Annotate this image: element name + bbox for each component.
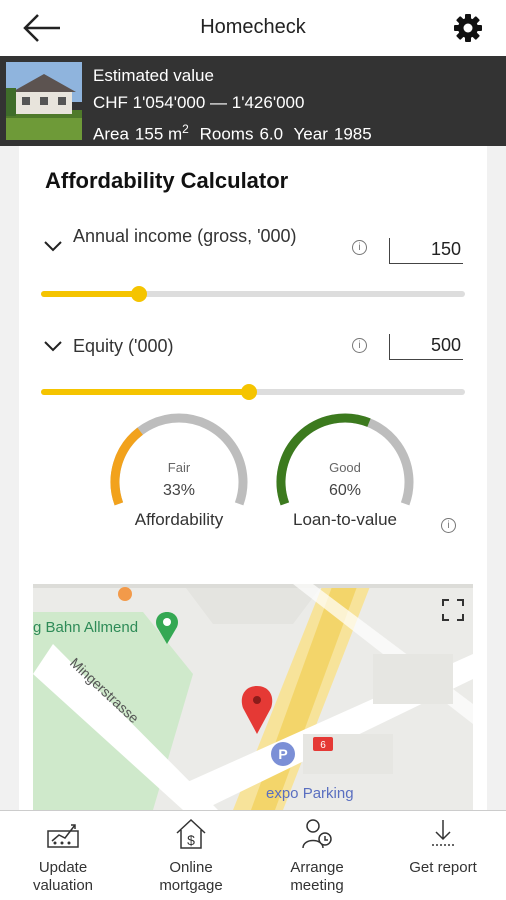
road-number-badge: 6 (313, 737, 333, 751)
info-icon[interactable]: i (352, 240, 367, 255)
property-banner: Estimated value CHF 1'054'000 — 1'426'00… (0, 56, 506, 146)
download-report-icon (432, 820, 454, 846)
affordability-label: Affordability (134, 510, 224, 529)
house-dollar-icon: $ (176, 818, 206, 849)
equity-slider[interactable] (41, 384, 465, 400)
info-icon[interactable]: i (352, 338, 367, 353)
map-view[interactable]: P 6 g Bahn Allmend Mingerstrasse expo Pa… (33, 584, 473, 810)
estimated-value-range: CHF 1'054'000 — 1'426'000 (93, 93, 305, 112)
equity-slider-thumb[interactable] (240, 384, 257, 400)
nav-label: Online mortgage (159, 859, 223, 894)
nav-label: Get report (409, 859, 477, 876)
year-label: Year (293, 124, 328, 144)
app-bar: Homecheck (0, 0, 506, 56)
area-value: 155 m (134, 124, 183, 144)
loan-to-value-status: Good (329, 460, 361, 475)
info-icon[interactable]: i (441, 518, 456, 533)
nav-label: Arrange meeting (290, 859, 344, 894)
loan-to-value-label: Loan-to-value (293, 510, 397, 529)
svg-text:$: $ (187, 832, 195, 848)
nav-online-mortgage[interactable]: $ Online mortgage (136, 811, 246, 900)
nav-label: Update valuation (32, 859, 94, 894)
equity-input[interactable]: 500 (389, 334, 463, 360)
loan-to-value-percent: 60% (328, 482, 362, 499)
income-slider-fill (41, 291, 139, 297)
income-slider-thumb[interactable] (130, 286, 147, 302)
affordability-percent: 33% (162, 482, 196, 499)
parking-badge: P (278, 746, 287, 762)
affordability-status: Fair (167, 460, 191, 475)
rooms-value: 6.0 (259, 124, 284, 144)
rooms-label: Rooms (199, 124, 254, 144)
person-meeting-icon (302, 819, 332, 849)
chart-update-icon (47, 824, 79, 848)
chevron-down-icon[interactable] (43, 240, 63, 252)
income-input[interactable]: 150 (389, 238, 463, 264)
nav-update-valuation[interactable]: Update valuation (8, 811, 118, 900)
map-place-label: g Bahn Allmend (33, 619, 138, 636)
settings-button[interactable] (452, 12, 484, 44)
income-slider[interactable] (41, 286, 465, 302)
equity-label: Equity ('000) (73, 336, 174, 356)
house-photo (6, 62, 82, 140)
estimated-value-label: Estimated value (93, 66, 214, 85)
calculator-title: Affordability Calculator (45, 168, 289, 193)
svg-text:6: 6 (320, 740, 326, 751)
property-details: Area 155 m2 Rooms 6.0 Year 1985 (93, 116, 372, 148)
nav-arrange-meeting[interactable]: Arrange meeting (262, 811, 372, 900)
year-value: 1985 (333, 124, 372, 144)
gear-icon (454, 14, 482, 42)
nav-get-report[interactable]: Get report (388, 811, 498, 900)
affordability-card: Affordability Calculator Annual income (… (19, 146, 487, 810)
parking-icon: P (271, 742, 295, 766)
income-label: Annual income (gross, '000) (73, 226, 297, 246)
loan-to-value-gauge: Good 60% Loan-to-value (265, 404, 425, 534)
bottom-navigation: Update valuation $ Online mortgage Arran… (0, 810, 506, 900)
area-unit-superscript: 2 (182, 122, 189, 136)
page-title: Homecheck (200, 16, 306, 38)
map-parking-label: expo Parking (266, 785, 354, 802)
chevron-down-icon[interactable] (43, 340, 63, 352)
area-label: Area (93, 124, 129, 144)
affordability-gauge: Fair 33% Affordability (99, 404, 259, 534)
equity-slider-fill (41, 389, 249, 395)
